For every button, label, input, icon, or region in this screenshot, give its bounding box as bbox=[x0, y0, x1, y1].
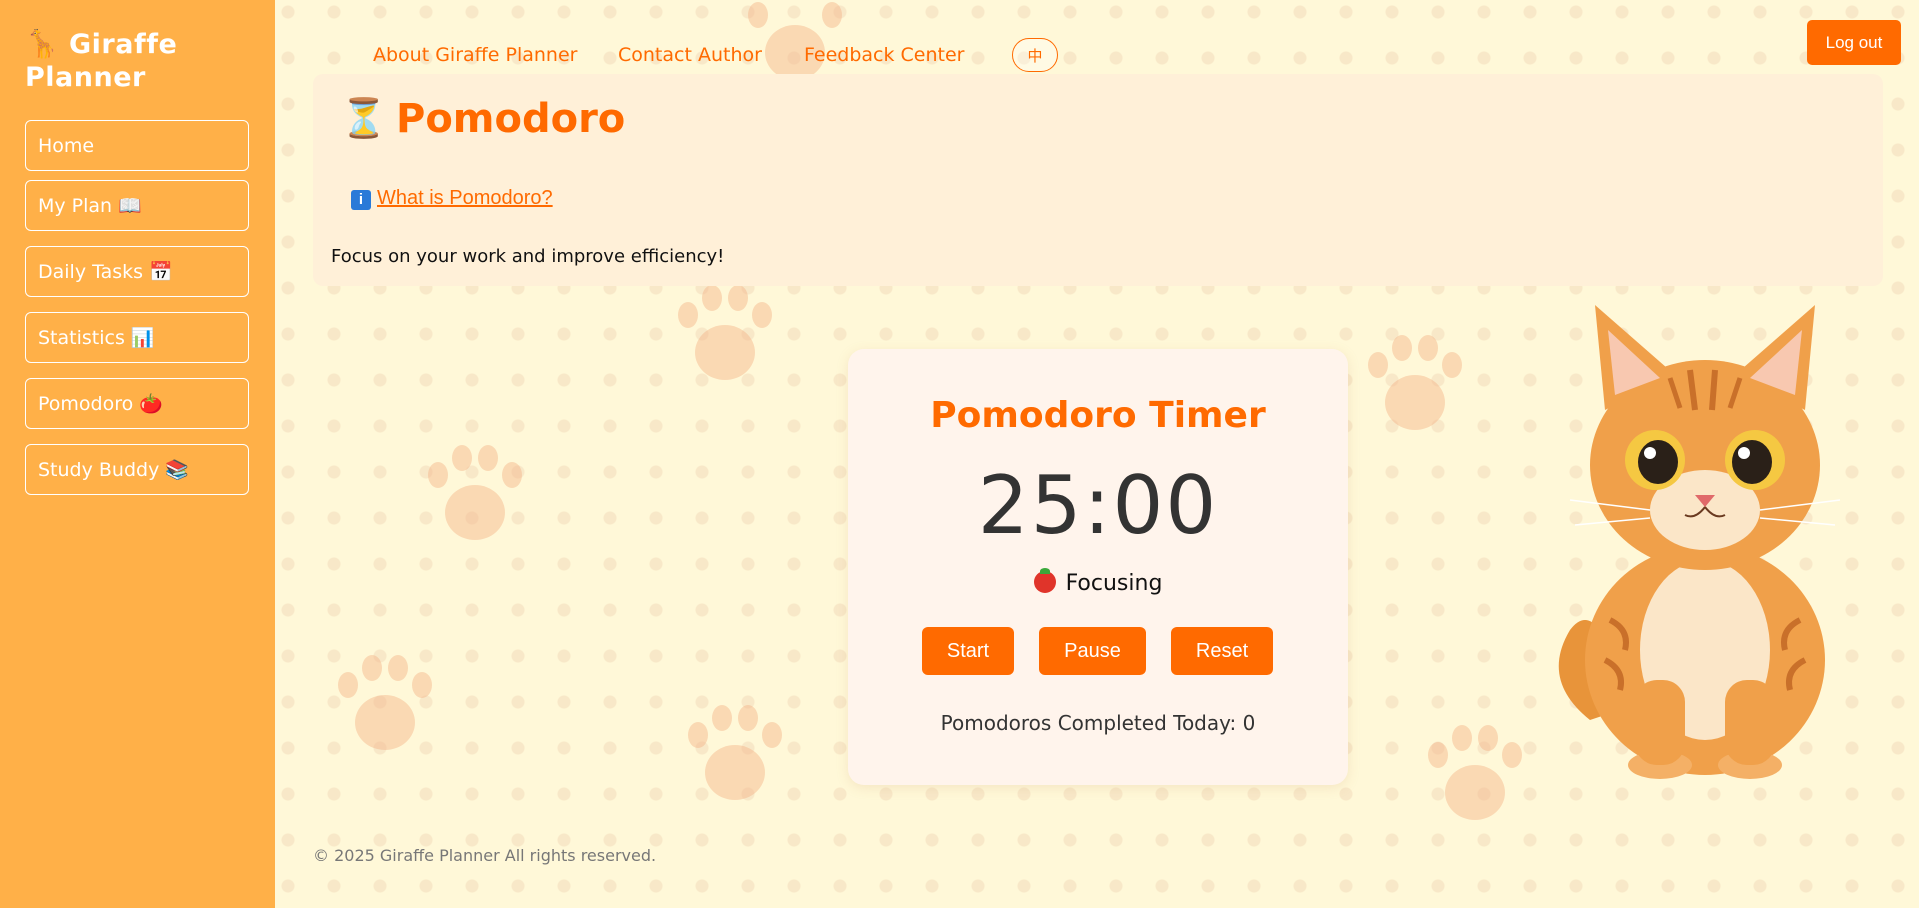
nav-contact-link[interactable]: Contact Author bbox=[618, 44, 762, 66]
sidebar-item-study-buddy[interactable]: Study Buddy 📚 bbox=[25, 444, 249, 495]
paw-print-decoration bbox=[330, 650, 440, 760]
info-link-label: What is Pomodoro? bbox=[377, 187, 553, 209]
pomodoro-timer-card: Pomodoro Timer 25:00 Focusing Start Paus… bbox=[848, 349, 1348, 785]
reset-button[interactable]: Reset bbox=[1171, 627, 1273, 675]
paw-print-decoration bbox=[1420, 720, 1530, 830]
paw-print-decoration bbox=[420, 440, 530, 550]
brand-line-1: 🦒 Giraffe bbox=[25, 29, 178, 60]
cat-illustration bbox=[1558, 305, 1841, 779]
pause-button[interactable]: Pause bbox=[1039, 627, 1146, 675]
nav-feedback-link[interactable]: Feedback Center bbox=[804, 44, 964, 66]
paw-print-decoration bbox=[680, 700, 790, 810]
paw-print-decoration bbox=[670, 280, 780, 390]
logout-button[interactable]: Log out bbox=[1807, 20, 1901, 65]
brand-line-2: Planner bbox=[25, 62, 146, 93]
timer-status-label: Focusing bbox=[1065, 571, 1163, 596]
sidebar-item-pomodoro[interactable]: Pomodoro 🍅 bbox=[25, 378, 249, 429]
tomato-icon bbox=[1033, 568, 1056, 593]
timer-display: 25:00 bbox=[977, 459, 1219, 552]
nav-about-link[interactable]: About Giraffe Planner bbox=[373, 44, 577, 66]
sidebar-item-my-plan[interactable]: My Plan 📖 bbox=[25, 180, 249, 231]
sidebar-item-daily-tasks[interactable]: Daily Tasks 📅 bbox=[25, 246, 249, 297]
language-toggle-button[interactable]: 中 bbox=[1012, 38, 1058, 72]
start-button[interactable]: Start bbox=[922, 627, 1014, 675]
page-header-panel: ⏳ Pomodoro i What is Pomodoro? Focus on y… bbox=[313, 74, 1883, 286]
sidebar: 🦒 Giraffe Planner Home My Plan 📖 Daily T… bbox=[0, 0, 275, 908]
hourglass-icon: ⏳ bbox=[340, 96, 388, 140]
paw-print-decoration bbox=[1360, 330, 1470, 440]
sidebar-item-home[interactable]: Home bbox=[25, 120, 249, 171]
page-tagline: Focus on your work and improve efficienc… bbox=[331, 246, 725, 267]
timer-status: Focusing bbox=[848, 568, 1348, 596]
what-is-pomodoro-link[interactable]: i What is Pomodoro? bbox=[351, 187, 553, 210]
timer-title: Pomodoro Timer bbox=[930, 395, 1266, 436]
page-title: Pomodoro bbox=[396, 96, 626, 142]
footer-copyright: © 2025 Giraffe Planner All rights reserv… bbox=[313, 846, 657, 865]
info-icon: i bbox=[351, 190, 371, 210]
app-brand[interactable]: 🦒 Giraffe Planner bbox=[25, 28, 255, 94]
pomodoros-completed-count: Pomodoros Completed Today: 0 bbox=[940, 711, 1256, 735]
sidebar-item-statistics[interactable]: Statistics 📊 bbox=[25, 312, 249, 363]
